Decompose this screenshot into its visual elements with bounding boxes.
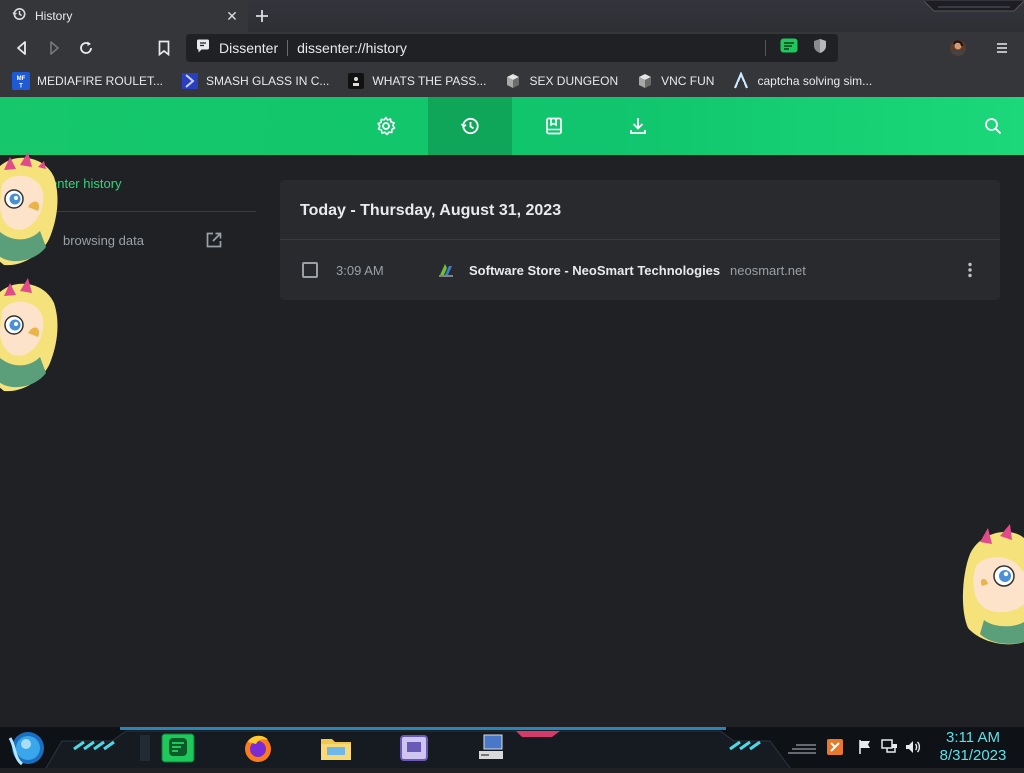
- taskbar-file-explorer[interactable]: [316, 732, 356, 764]
- download-icon: [630, 118, 646, 134]
- reload-icon: [80, 41, 92, 54]
- bookmark-book-icon: [546, 117, 562, 135]
- site-chip[interactable]: Dissenter: [196, 39, 278, 58]
- dark-square-icon: [347, 72, 365, 90]
- bookmark-whats-the-pass[interactable]: WHATS THE PASS...: [347, 72, 486, 90]
- bookmark-label: VNC FUN: [661, 73, 715, 88]
- tab-strip: History ✕: [0, 0, 1024, 32]
- start-orb-icon: [8, 732, 44, 766]
- cartoon-character-sticker: [0, 273, 62, 398]
- lambda-icon: [732, 71, 750, 90]
- cartoon-character-sticker: [960, 524, 1024, 649]
- taskbar-firefox[interactable]: [238, 732, 278, 764]
- start-button[interactable]: [6, 728, 46, 768]
- entry-time: 3:09 AM: [336, 263, 384, 278]
- forward-button[interactable]: [42, 36, 66, 60]
- firefox-icon: [245, 735, 271, 762]
- entry-title-link[interactable]: Software Store - NeoSmart Technologies: [469, 263, 720, 278]
- url-text[interactable]: dissenter://history: [297, 40, 765, 56]
- dissenter-comments-icon[interactable]: [780, 38, 798, 59]
- entry-checkbox[interactable]: [302, 262, 318, 278]
- clear-browsing-data-link[interactable]: browsing data: [63, 233, 144, 248]
- toolbar: Dissenter dissenter://history: [0, 32, 1024, 64]
- neosmart-favicon: [438, 262, 454, 278]
- address-extensions: [765, 38, 828, 59]
- bookmark-sex-dungeon[interactable]: SEX DUNGEON: [504, 72, 618, 90]
- reload-button[interactable]: [74, 36, 98, 60]
- address-bar[interactable]: Dissenter dissenter://history: [186, 34, 838, 62]
- bookmark-mediafire[interactable]: MF T MEDIAFIRE ROULET...: [12, 71, 164, 90]
- server-icon: [504, 72, 522, 90]
- cartoon-character-sticker: [0, 147, 62, 272]
- taskbar-computer[interactable]: [472, 732, 512, 764]
- bookmark-page-button[interactable]: [152, 36, 176, 60]
- forward-icon: [50, 41, 59, 55]
- history-date-heading: Today - Thursday, August 31, 2023: [300, 202, 562, 219]
- avatar: [950, 40, 966, 56]
- clock-date: 8/31/2023: [939, 747, 1007, 764]
- folder-icon: [321, 739, 351, 760]
- nav-settings[interactable]: [344, 97, 428, 155]
- bookmarks-bar: MF T MEDIAFIRE ROULET... SMASH GLASS IN C…: [0, 64, 1024, 97]
- gear-icon: [377, 116, 396, 136]
- clock-time: 3:11 AM: [946, 729, 1000, 746]
- menu-button[interactable]: [990, 36, 1014, 60]
- dissenter-app-icon: [161, 733, 195, 763]
- history-entry[interactable]: 3:09 AM Software Store - NeoSmart Techno…: [280, 240, 1000, 300]
- tab-title: History: [35, 9, 73, 23]
- profile-avatar[interactable]: [946, 36, 970, 60]
- site-name: Dissenter: [219, 40, 279, 56]
- entry-domain: neosmart.net: [730, 263, 806, 278]
- history-page: enter history browsing data Today - Thur…: [0, 155, 1024, 727]
- bookmark-vnc-fun[interactable]: VNC FUN: [636, 72, 714, 90]
- network-icon[interactable]: [880, 738, 898, 756]
- tab-history[interactable]: History ✕: [0, 0, 248, 32]
- taskbar-app-window[interactable]: [394, 732, 434, 764]
- history-card: Today - Thursday, August 31, 2023 3:09 A…: [280, 180, 1000, 300]
- flag-icon[interactable]: [856, 738, 874, 756]
- taskbar-dissenter[interactable]: [158, 732, 198, 764]
- window-ornament: [923, 0, 1024, 12]
- hamburger-icon: [997, 43, 1007, 53]
- bookmark-smash-glass[interactable]: SMASH GLASS IN C...: [181, 72, 329, 90]
- bookmark-label: captcha solving sim...: [757, 73, 873, 88]
- shield-icon[interactable]: [812, 38, 828, 59]
- history-icon: [460, 117, 479, 135]
- svg-text:T: T: [19, 83, 23, 89]
- bookmark-icon: [158, 40, 170, 56]
- mediafire-icon: MF T: [12, 71, 30, 90]
- nav-history[interactable]: [428, 97, 512, 155]
- svg-text:MF: MF: [17, 76, 26, 82]
- page-nav-bar: [0, 97, 1024, 155]
- volume-icon[interactable]: [904, 738, 922, 756]
- bookmark-label: SMASH GLASS IN C...: [206, 73, 330, 88]
- extension-divider: [765, 40, 766, 56]
- computer-icon: [479, 734, 503, 759]
- plus-icon: [256, 10, 268, 22]
- chevron-bookmark-icon: [181, 72, 199, 90]
- nav-downloads[interactable]: [596, 97, 680, 155]
- bookmark-label: MEDIAFIRE ROULET...: [37, 73, 164, 88]
- new-tab-button[interactable]: [252, 6, 272, 26]
- dissenter-site-icon: [196, 39, 210, 58]
- back-icon: [17, 41, 26, 55]
- history-icon: [12, 7, 26, 26]
- bookmark-captcha[interactable]: captcha solving sim...: [732, 71, 873, 90]
- back-button[interactable]: [10, 36, 34, 60]
- nav-bookmarks[interactable]: [512, 97, 596, 155]
- close-tab-button[interactable]: ✕: [222, 6, 242, 26]
- window-app-icon: [400, 735, 428, 761]
- server-icon: [636, 72, 654, 90]
- taskbar-clock[interactable]: 3:11 AM 8/31/2023: [930, 729, 1016, 765]
- bookmark-label: WHATS THE PASS...: [372, 73, 487, 88]
- address-divider: [287, 40, 289, 56]
- search-button[interactable]: [951, 97, 1024, 155]
- external-link-icon[interactable]: [205, 231, 223, 249]
- more-actions-button[interactable]: [960, 260, 980, 280]
- tray-app-icon[interactable]: [826, 738, 844, 756]
- bookmark-label: SEX DUNGEON: [529, 73, 619, 88]
- vertical-dots-icon: [968, 262, 972, 278]
- search-icon: [985, 118, 1002, 135]
